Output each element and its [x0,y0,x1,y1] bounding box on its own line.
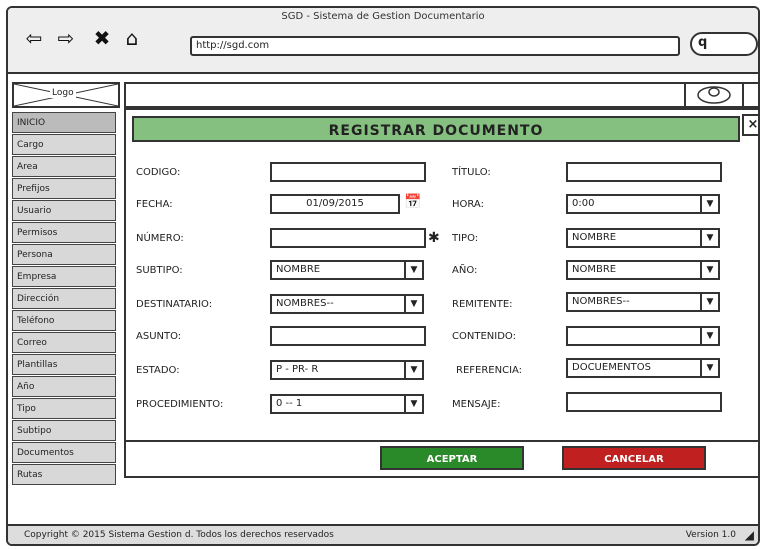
sidebar-item-plantillas[interactable]: Plantillas [12,354,116,375]
sidebar-item-empresa[interactable]: Empresa [12,266,116,287]
chevron-down-icon[interactable]: ▼ [700,196,718,212]
header-bar [124,82,758,108]
estado-select[interactable]: P - PR- R ▼ [270,360,424,380]
subtipo-label: SUBTIPO: [136,265,183,276]
sidebar-item-tipo[interactable]: Tipo [12,398,116,419]
anio-select[interactable]: NOMBRE ▼ [566,260,720,280]
cancel-button[interactable]: CANCELAR [562,446,706,470]
sidebar-item-rutas[interactable]: Rutas [12,464,116,485]
procedimiento-select[interactable]: 0 -- 1 ▼ [270,394,424,414]
sidebar-item-persona[interactable]: Persona [12,244,116,265]
modal-close-button[interactable]: × [742,114,758,136]
estado-label: ESTADO: [136,365,180,376]
fecha-input[interactable]: 01/09/2015 [270,194,400,214]
numero-label: NÚMERO: [136,233,184,244]
logo-label: Logo [50,88,76,98]
version-text: Version 1.0 [685,530,736,540]
calendar-icon[interactable]: 📅 [404,194,421,210]
referencia-label: REFERENCIA: [456,365,523,376]
destinatario-value: NOMBRES-- [276,298,334,309]
contenido-label: CONTENIDO: [452,331,516,342]
hora-label: HORA: [452,199,484,210]
chevron-down-icon[interactable]: ▼ [404,396,422,412]
tipo-select[interactable]: NOMBRE ▼ [566,228,720,248]
hora-select[interactable]: 0:00 ▼ [566,194,720,214]
close-x-icon[interactable]: ✖ [90,26,114,50]
browser-window: SGD - Sistema de Gestion Documentario ⇦ … [6,6,760,546]
sidebar-item-correo[interactable]: Correo [12,332,116,353]
copyright-text: Copyright © 2015 Sistema Gestion d. Todo… [24,530,334,540]
remitente-value: NOMBRES-- [572,296,630,307]
codigo-label: CODIGO: [136,167,181,178]
forward-arrow-icon[interactable]: ⇨ [54,26,78,50]
chevron-down-icon[interactable]: ▼ [700,262,718,278]
window-title: SGD - Sistema de Gestion Documentario [281,11,485,22]
sidebar-item-cargo[interactable]: Cargo [12,134,116,155]
footer: Copyright © 2015 Sistema Gestion d. Todo… [8,524,758,544]
required-icon: ✱ [428,230,440,246]
asunto-input[interactable] [270,326,426,346]
remitente-label: REMITENTE: [452,299,513,310]
search-icon: q [698,35,708,50]
fecha-label: FECHA: [136,199,173,210]
titulo-label: TÍTULO: [452,167,491,178]
modal-divider [126,440,758,442]
sidebar-item-dirección[interactable]: Dirección [12,288,116,309]
sidebar-item-permisos[interactable]: Permisos [12,222,116,243]
sidebar-item-subtipo[interactable]: Subtipo [12,420,116,441]
chevron-down-icon[interactable]: ▼ [700,360,718,376]
url-bar[interactable]: http://sgd.com [190,36,680,56]
tipo-label: TIPO: [452,233,479,244]
remitente-select[interactable]: NOMBRES-- ▼ [566,292,720,312]
sidebar-item-area[interactable]: Area [12,156,116,177]
sidebar: INICIO Cargo Area Prefijos Usuario Permisos Pe… [12,112,116,486]
sidebar-item-inicio[interactable]: INICIO [12,112,116,133]
destinatario-select[interactable]: NOMBRES-- ▼ [270,294,424,314]
hora-value: 0:00 [572,198,595,209]
sidebar-item-teléfono[interactable]: Teléfono [12,310,116,331]
back-arrow-icon[interactable]: ⇦ [22,26,46,50]
procedimiento-value: 0 -- 1 [276,398,303,409]
resize-grip-icon: ◢ [744,528,754,542]
modal-title: REGISTRAR DOCUMENTO [132,116,740,142]
subtipo-select[interactable]: NOMBRE ▼ [270,260,424,280]
sidebar-item-prefijos[interactable]: Prefijos [12,178,116,199]
destinatario-label: DESTINATARIO: [136,299,213,310]
referencia-select[interactable]: DOCUEMENTOS ▼ [566,358,720,378]
accept-button[interactable]: ACEPTAR [380,446,524,470]
register-document-modal: REGISTRAR DOCUMENTO × CODIGO: TÍTULO: FE… [124,108,758,478]
search-box[interactable]: q [690,32,758,56]
titulo-input[interactable] [566,162,722,182]
estado-value: P - PR- R [276,364,319,375]
home-icon[interactable]: ⌂ [120,26,144,50]
mensaje-label: MENSAJE: [452,399,501,410]
chevron-down-icon[interactable]: ▼ [700,328,718,344]
logo: Logo [12,82,120,108]
anio-value: NOMBRE [572,264,617,275]
subtipo-value: NOMBRE [276,264,321,275]
sidebar-item-año[interactable]: Año [12,376,116,397]
mensaje-input[interactable] [566,392,722,412]
anio-label: AÑO: [452,265,478,276]
codigo-input[interactable] [270,162,426,182]
procedimiento-label: PROCEDIMIENTO: [136,399,224,410]
sidebar-item-documentos[interactable]: Documentos [12,442,116,463]
chevron-down-icon[interactable]: ▼ [404,262,422,278]
chevron-down-icon[interactable]: ▼ [700,294,718,310]
avatar-icon[interactable] [684,82,744,108]
asunto-label: ASUNTO: [136,331,182,342]
chevron-down-icon[interactable]: ▼ [404,362,422,378]
numero-input[interactable] [270,228,426,248]
chevron-down-icon[interactable]: ▼ [700,230,718,246]
referencia-value: DOCUEMENTOS [572,362,651,373]
chevron-down-icon[interactable]: ▼ [404,296,422,312]
sidebar-item-usuario[interactable]: Usuario [12,200,116,221]
tipo-value: NOMBRE [572,232,617,243]
contenido-select[interactable]: ▼ [566,326,720,346]
browser-titlebar: SGD - Sistema de Gestion Documentario ⇦ … [8,8,758,74]
